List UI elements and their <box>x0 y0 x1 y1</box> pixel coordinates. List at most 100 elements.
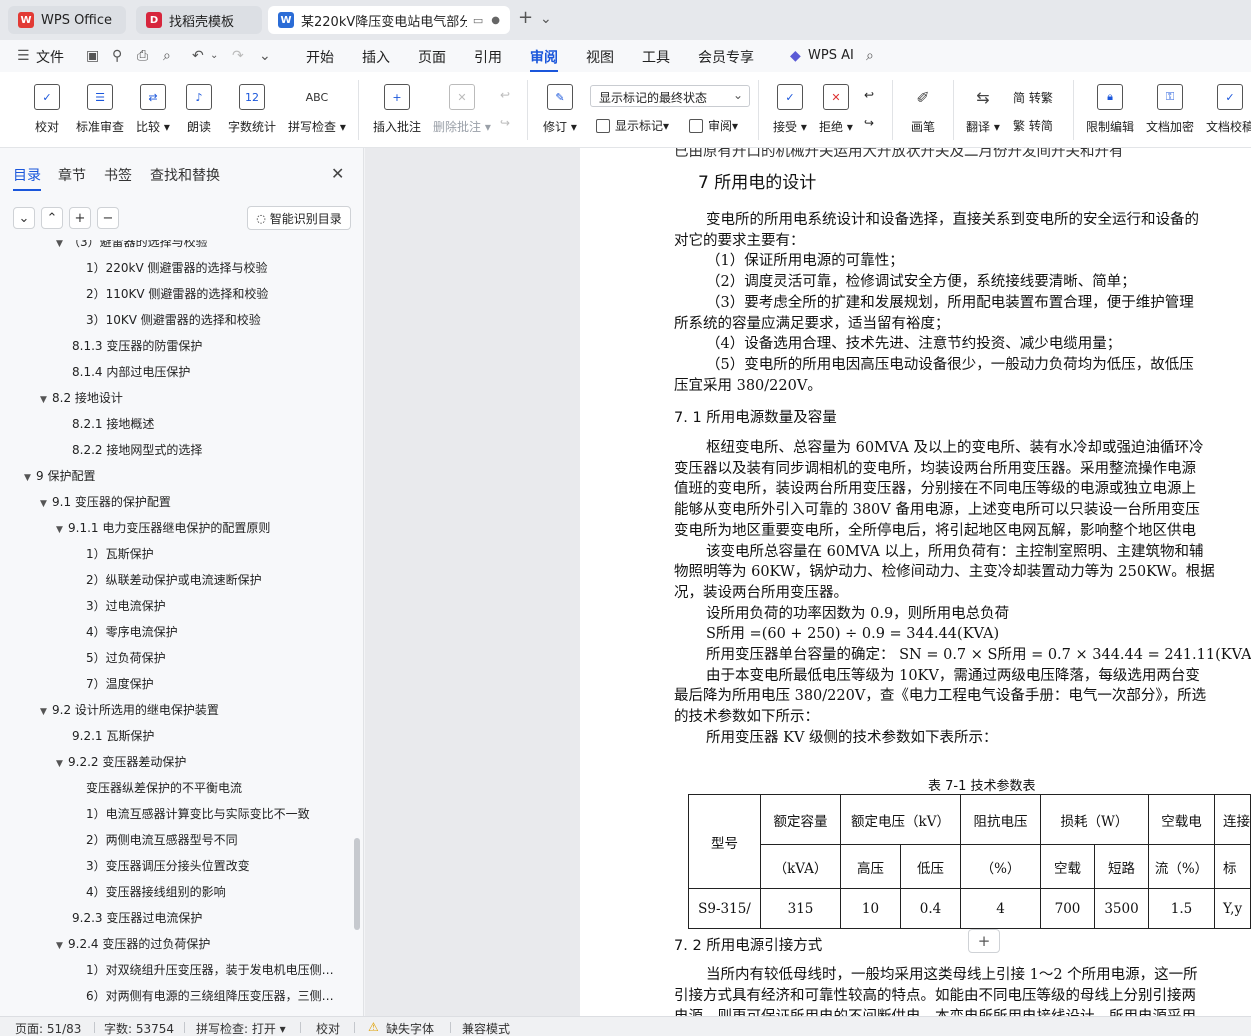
more-chevron-icon[interactable]: ⌄ <box>259 48 271 64</box>
menu-file[interactable]: 文件 <box>36 47 64 67</box>
expand-arrow-icon[interactable]: ▼ <box>24 465 36 489</box>
redo-icon[interactable]: ↷ <box>232 48 244 64</box>
menu-view[interactable]: 视图 <box>586 47 614 67</box>
delete-comment-button[interactable]: ✕ 删除批注 ▾ <box>433 84 491 135</box>
toc-item[interactable]: 9.2.3 变压器过电流保护 <box>0 905 350 931</box>
expand-arrow-icon[interactable]: ▼ <box>56 933 68 957</box>
nav-tab-toc[interactable]: 目录 <box>13 165 41 191</box>
nav-tab-find-replace[interactable]: 查找和替换 <box>150 165 220 185</box>
toc-item[interactable]: 8.1.4 内部过电压保护 <box>0 359 350 385</box>
smart-toc-button[interactable]: ◌ 智能识别目录 <box>247 206 351 230</box>
undo-icon[interactable]: ↶ <box>192 48 204 64</box>
toc-item[interactable]: ▼ 9.2.2 变压器差动保护 <box>0 749 350 775</box>
toc-scrollbar[interactable] <box>354 838 360 930</box>
collapse-up-button[interactable]: ⌃ <box>41 207 63 229</box>
print-icon[interactable]: ⎙ <box>137 48 148 64</box>
compare-button[interactable]: ⇄ 比较 ▾ <box>136 84 170 135</box>
prev-comment-icon[interactable]: ↩ <box>500 88 510 102</box>
doc-encrypt-button[interactable]: ⚿ 文档加密 <box>1146 84 1194 135</box>
expand-arrow-icon[interactable]: ▼ <box>56 240 68 255</box>
review-pane-button[interactable]: 审阅 ▾ <box>689 117 738 134</box>
menu-tools[interactable]: 工具 <box>642 47 670 67</box>
menu-insert[interactable]: 插入 <box>362 47 390 67</box>
toc-item[interactable]: 1）瓦斯保护 <box>0 541 350 567</box>
tab-document[interactable]: W 某220kV降压变电站电气部分设计 ▭ ● <box>268 6 510 34</box>
toc-item[interactable]: 4）变压器接线组别的影响 <box>0 879 350 905</box>
menu-member[interactable]: 会员专享 <box>698 47 754 67</box>
toc-item[interactable]: ▼ 9 保护配置 <box>0 463 350 489</box>
reject-button[interactable]: ✕ 拒绝 ▾ <box>819 84 853 135</box>
toc-item[interactable]: ▼ 9.1.1 电力变压器继电保护的配置原则 <box>0 515 350 541</box>
menu-review[interactable]: 审阅 <box>530 47 558 72</box>
expand-arrow-icon[interactable]: ▼ <box>56 517 68 541</box>
nav-tab-chapter[interactable]: 章节 <box>58 165 86 185</box>
new-tab-icon[interactable]: + <box>518 7 533 28</box>
toc-item[interactable]: 2）纵联差动保护或电流速断保护 <box>0 567 350 593</box>
status-page[interactable]: 页面: 51/83 <box>15 1020 81 1036</box>
doc-proof-button[interactable]: ✓ 文档校稿 <box>1206 84 1251 135</box>
toc-item[interactable]: 4）零序电流保护 <box>0 619 350 645</box>
toc-item[interactable]: 7）温度保护 <box>0 671 350 697</box>
expand-arrow-icon[interactable]: ▼ <box>40 491 52 515</box>
toc-item[interactable]: ▼ （3）避雷器的选择与校验 <box>0 240 350 255</box>
revise-button[interactable]: ✎ 修订 ▾ <box>543 84 577 135</box>
toc-item[interactable]: ▼ 9.1 变压器的保护配置 <box>0 489 350 515</box>
toc-item[interactable]: 3）过电流保护 <box>0 593 350 619</box>
read-aloud-button[interactable]: ♪ 朗读 <box>186 84 212 135</box>
toc-item[interactable]: 2）两侧电流互感器型号不同 <box>0 827 350 853</box>
status-spell-check[interactable]: 拼写检查: 打开 ▾ <box>196 1020 286 1036</box>
expand-arrow-icon[interactable]: ▼ <box>40 699 52 723</box>
proofread-button[interactable]: ✓ 校对 <box>34 84 60 135</box>
translate-button[interactable]: ⇆ 翻译 ▾ <box>966 84 1000 135</box>
to-traditional-button[interactable]: 简 转繁 <box>1013 89 1053 106</box>
toc-item[interactable]: ▼ 8.2 接地设计 <box>0 385 350 411</box>
toc-item[interactable]: 5）过负荷保护 <box>0 645 350 671</box>
chevron-down-icon[interactable]: ⌄ <box>540 11 552 27</box>
insert-comment-button[interactable]: + 插入批注 <box>373 84 421 135</box>
menu-start[interactable]: 开始 <box>306 47 334 67</box>
toc-item[interactable]: 3）变压器调压分接头位置改变 <box>0 853 350 879</box>
toc-item[interactable]: 8.2.2 接地网型式的选择 <box>0 437 350 463</box>
tab-close-dot-icon[interactable]: ● <box>491 15 500 26</box>
accept-button[interactable]: ✓ 接受 ▾ <box>773 84 807 135</box>
to-simplified-button[interactable]: 繁 转简 <box>1013 117 1053 134</box>
toc-item[interactable]: ▼ 9.2 设计所选用的继电保护装置 <box>0 697 350 723</box>
monitor-icon[interactable]: ▭ <box>473 14 483 27</box>
show-markup-button[interactable]: 显示标记 ▾ <box>596 117 669 134</box>
add-heading-button[interactable]: + <box>69 207 91 229</box>
close-icon[interactable]: ✕ <box>331 164 344 183</box>
print-preview-icon[interactable]: ⌕ <box>163 48 171 64</box>
status-words[interactable]: 字数: 53754 <box>104 1020 174 1036</box>
standard-review-button[interactable]: ☰ 标准审查 <box>76 84 124 135</box>
status-proofread[interactable]: 校对 <box>316 1020 340 1036</box>
save-icon[interactable]: ▣ <box>86 48 99 64</box>
toc-item[interactable]: 1）电流互感器计算变比与实际变比不一致 <box>0 801 350 827</box>
tab-docer-templates[interactable]: D 找稻壳模板 <box>136 6 262 34</box>
menu-page[interactable]: 页面 <box>418 47 446 67</box>
next-comment-icon[interactable]: ↪ <box>500 116 510 130</box>
toc-item[interactable]: ▼ 9.2.4 变压器的过负荷保护 <box>0 931 350 957</box>
expand-arrow-icon[interactable]: ▼ <box>40 387 52 411</box>
undo-dropdown-icon[interactable]: ⌄ <box>210 50 218 61</box>
hamburger-menu-icon[interactable]: ☰ <box>17 48 30 64</box>
document-page[interactable]: 已由原有开口的机械开关运用大开放状开关及二月份开发间开关和开有 7 所用电的设计… <box>580 148 1251 1016</box>
toc-item[interactable]: 3）10KV 侧避雷器的选择和校验 <box>0 307 350 333</box>
draw-button[interactable]: ✐ 画笔 <box>910 84 936 135</box>
display-mode-select[interactable]: 显示标记的最终状态 ⌄ <box>590 85 750 107</box>
toc-item[interactable]: 1）220kV 侧避雷器的选择与校验 <box>0 255 350 281</box>
toc-item[interactable]: 8.2.1 接地概述 <box>0 411 350 437</box>
collapse-down-button[interactable]: ⌄ <box>13 207 35 229</box>
link-icon[interactable]: ⚲ <box>112 48 122 64</box>
status-missing-font[interactable]: 缺失字体 <box>386 1020 434 1036</box>
menu-wps-ai[interactable]: WPS AI <box>808 48 854 63</box>
tab-wps-office[interactable]: W WPS Office <box>8 6 126 34</box>
word-count-button[interactable]: 12 字数统计 <box>228 84 276 135</box>
toc-item[interactable]: 2）110KV 侧避雷器的选择和校验 <box>0 281 350 307</box>
remove-heading-button[interactable]: − <box>97 207 119 229</box>
previous-change-icon[interactable]: ↩ <box>864 88 874 102</box>
toc-item[interactable]: 6）对两侧有电源的三绕组降压变压器，三侧… <box>0 983 350 1009</box>
spell-check-button[interactable]: ABC 拼写检查 ▾ <box>288 84 346 135</box>
toc-item[interactable]: 变压器纵差保护的不平衡电流 <box>0 775 350 801</box>
restrict-edit-button[interactable]: 🔒︎ 限制编辑 <box>1086 84 1134 135</box>
expand-arrow-icon[interactable]: ▼ <box>56 751 68 775</box>
